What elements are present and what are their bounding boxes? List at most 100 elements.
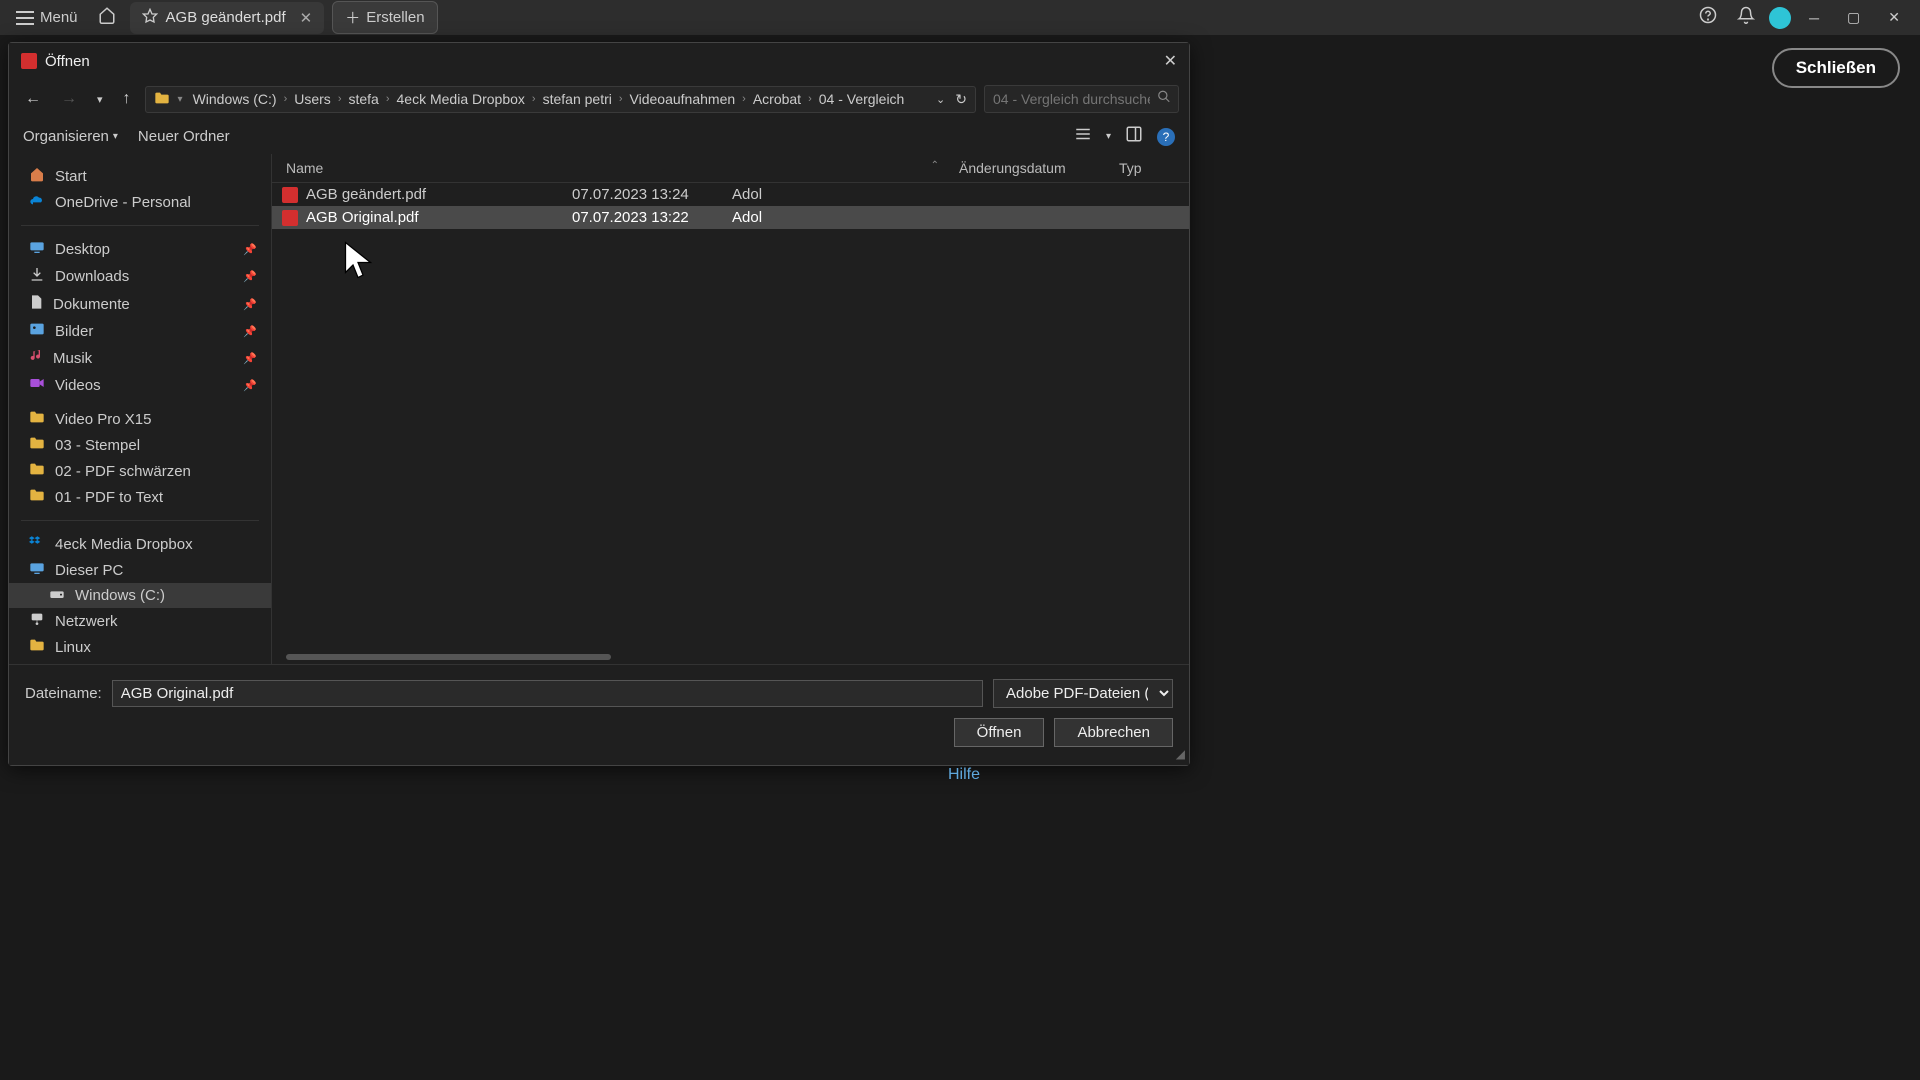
chevron-right-icon: › xyxy=(383,93,393,105)
sidebar-item-folder[interactable]: 02 - PDF schwärzen xyxy=(9,458,271,484)
sidebar-item-windows-c[interactable]: Windows (C:) xyxy=(9,583,271,608)
sidebar-item-label: OneDrive - Personal xyxy=(55,194,191,211)
open-dialog: Öffnen ✕ ← → ▾ ↑ ▾ Windows (C:)› Users› … xyxy=(8,42,1190,766)
nav-history-dropdown[interactable]: ▾ xyxy=(91,89,109,110)
breadcrumb-bar[interactable]: ▾ Windows (C:)› Users› stefa› 4eck Media… xyxy=(145,86,976,113)
filename-input[interactable] xyxy=(112,680,983,707)
column-type[interactable]: Typ xyxy=(1119,160,1179,176)
help-link[interactable]: Hilfe xyxy=(948,766,980,784)
sidebar-item-pictures[interactable]: Bilder 📌 xyxy=(9,318,271,344)
nav-forward-button[interactable]: → xyxy=(55,86,83,112)
chevron-right-icon: › xyxy=(529,93,539,105)
file-row[interactable]: AGB geändert.pdf 07.07.2023 13:24 Adol xyxy=(272,183,1189,206)
schliessen-button[interactable]: Schließen xyxy=(1772,48,1900,88)
sidebar-item-dropbox[interactable]: 4eck Media Dropbox xyxy=(9,531,271,557)
organize-button[interactable]: Organisieren ▾ xyxy=(23,128,118,145)
chevron-right-icon: › xyxy=(335,93,345,105)
sidebar-item-folder[interactable]: 01 - PDF to Text xyxy=(9,484,271,510)
breadcrumb-item[interactable]: stefan petri xyxy=(543,91,612,107)
breadcrumb-item[interactable]: 04 - Vergleich xyxy=(819,91,905,107)
app-close-button[interactable]: ✕ xyxy=(1878,3,1910,32)
tab-close-icon[interactable]: ✕ xyxy=(300,9,313,27)
cloud-icon xyxy=(29,194,45,211)
view-dropdown-icon[interactable]: ▾ xyxy=(1106,131,1111,142)
preview-pane-button[interactable] xyxy=(1125,125,1143,148)
filename-label: Dateiname: xyxy=(25,685,102,702)
open-button[interactable]: Öffnen xyxy=(954,718,1045,747)
sidebar-item-label: 03 - Stempel xyxy=(55,437,140,454)
path-dropdown-icon[interactable]: ⌄ xyxy=(936,93,945,106)
folder-icon xyxy=(29,638,45,656)
sidebar-item-linux[interactable]: Linux xyxy=(9,634,271,660)
close-panel-area: Schließen xyxy=(1772,48,1900,88)
sidebar-item-folder[interactable]: Video Pro X15 xyxy=(9,406,271,432)
menu-button[interactable]: Menü xyxy=(10,5,84,30)
chevron-right-icon: › xyxy=(616,93,626,105)
sidebar-item-documents[interactable]: Dokumente 📌 xyxy=(9,290,271,318)
sidebar-item-label: Linux xyxy=(55,639,91,656)
file-rows: AGB geändert.pdf 07.07.2023 13:24 Adol A… xyxy=(272,183,1189,664)
pin-icon: 📌 xyxy=(243,243,257,256)
home-icon xyxy=(29,166,45,186)
document-tab[interactable]: AGB geändert.pdf ✕ xyxy=(130,2,325,34)
search-input[interactable] xyxy=(984,85,1179,113)
new-folder-button[interactable]: Neuer Ordner xyxy=(138,128,230,145)
sidebar-item-label: Video Pro X15 xyxy=(55,411,151,428)
sidebar-item-downloads[interactable]: Downloads 📌 xyxy=(9,262,271,290)
filetype-select[interactable]: Adobe PDF-Dateien (*.pdf) xyxy=(993,679,1173,708)
view-mode-button[interactable] xyxy=(1074,125,1092,148)
chevron-right-icon: › xyxy=(739,93,749,105)
folder-icon xyxy=(29,488,45,506)
dialog-close-button[interactable]: ✕ xyxy=(1164,51,1177,71)
search-icon xyxy=(1157,90,1171,109)
nav-back-button[interactable]: ← xyxy=(19,86,47,112)
search-wrap xyxy=(984,85,1179,113)
notifications-button[interactable] xyxy=(1731,0,1761,35)
folder-icon xyxy=(29,436,45,454)
file-date: 07.07.2023 13:24 xyxy=(572,186,732,203)
sidebar-item-label: Desktop xyxy=(55,241,110,258)
sidebar-item-label: Musik xyxy=(53,350,92,367)
pin-icon: 📌 xyxy=(243,352,257,365)
nav-up-button[interactable]: ↑ xyxy=(117,86,137,112)
document-icon xyxy=(29,294,43,314)
sidebar-item-network[interactable]: Netzwerk xyxy=(9,608,271,634)
sidebar-item-music[interactable]: Musik 📌 xyxy=(9,344,271,372)
sidebar-item-label: Dieser PC xyxy=(55,562,123,579)
breadcrumb-item[interactable]: stefa xyxy=(348,91,378,107)
column-name[interactable]: Name xyxy=(282,160,572,176)
sidebar-item-folder[interactable]: 03 - Stempel xyxy=(9,432,271,458)
create-button[interactable]: ＋ Erstellen xyxy=(332,1,437,34)
horizontal-scrollbar[interactable] xyxy=(286,654,611,660)
column-date[interactable]: Änderungsdatum xyxy=(959,160,1119,176)
sidebar-item-label: Windows (C:) xyxy=(75,587,165,604)
breadcrumb-item[interactable]: Acrobat xyxy=(753,91,801,107)
sidebar-item-start[interactable]: Start xyxy=(9,162,271,190)
sidebar-item-this-pc[interactable]: Dieser PC xyxy=(9,557,271,583)
folder-icon xyxy=(154,91,170,108)
breadcrumb-item[interactable]: Users xyxy=(294,91,331,107)
home-button[interactable] xyxy=(92,0,122,35)
pictures-icon xyxy=(29,322,45,340)
chevron-right-icon: › xyxy=(281,93,291,105)
breadcrumb-item[interactable]: Windows (C:) xyxy=(193,91,277,107)
pdf-file-icon xyxy=(282,210,298,226)
breadcrumb-item[interactable]: 4eck Media Dropbox xyxy=(397,91,525,107)
dialog-help-button[interactable]: ? xyxy=(1157,128,1175,146)
minimize-button[interactable]: ─ xyxy=(1799,4,1829,32)
folder-dropdown-icon[interactable]: ▾ xyxy=(178,94,183,105)
sidebar-item-videos[interactable]: Videos 📌 xyxy=(9,372,271,398)
user-avatar[interactable] xyxy=(1769,7,1791,29)
sort-indicator-icon: ⌃ xyxy=(931,160,959,176)
cancel-button[interactable]: Abbrechen xyxy=(1054,718,1173,747)
sidebar-item-desktop[interactable]: Desktop 📌 xyxy=(9,236,271,262)
sidebar-item-onedrive[interactable]: OneDrive - Personal xyxy=(9,190,271,215)
refresh-button[interactable]: ↻ xyxy=(955,91,967,108)
help-tip-button[interactable] xyxy=(1693,0,1723,35)
resize-grip-icon[interactable]: ◢ xyxy=(1176,747,1185,761)
file-row[interactable]: AGB Original.pdf 07.07.2023 13:22 Adol xyxy=(272,206,1189,229)
maximize-button[interactable]: ▢ xyxy=(1837,3,1870,32)
dialog-title-text: Öffnen xyxy=(45,53,90,70)
disk-icon xyxy=(49,587,65,604)
breadcrumb-item[interactable]: Videoaufnahmen xyxy=(630,91,736,107)
